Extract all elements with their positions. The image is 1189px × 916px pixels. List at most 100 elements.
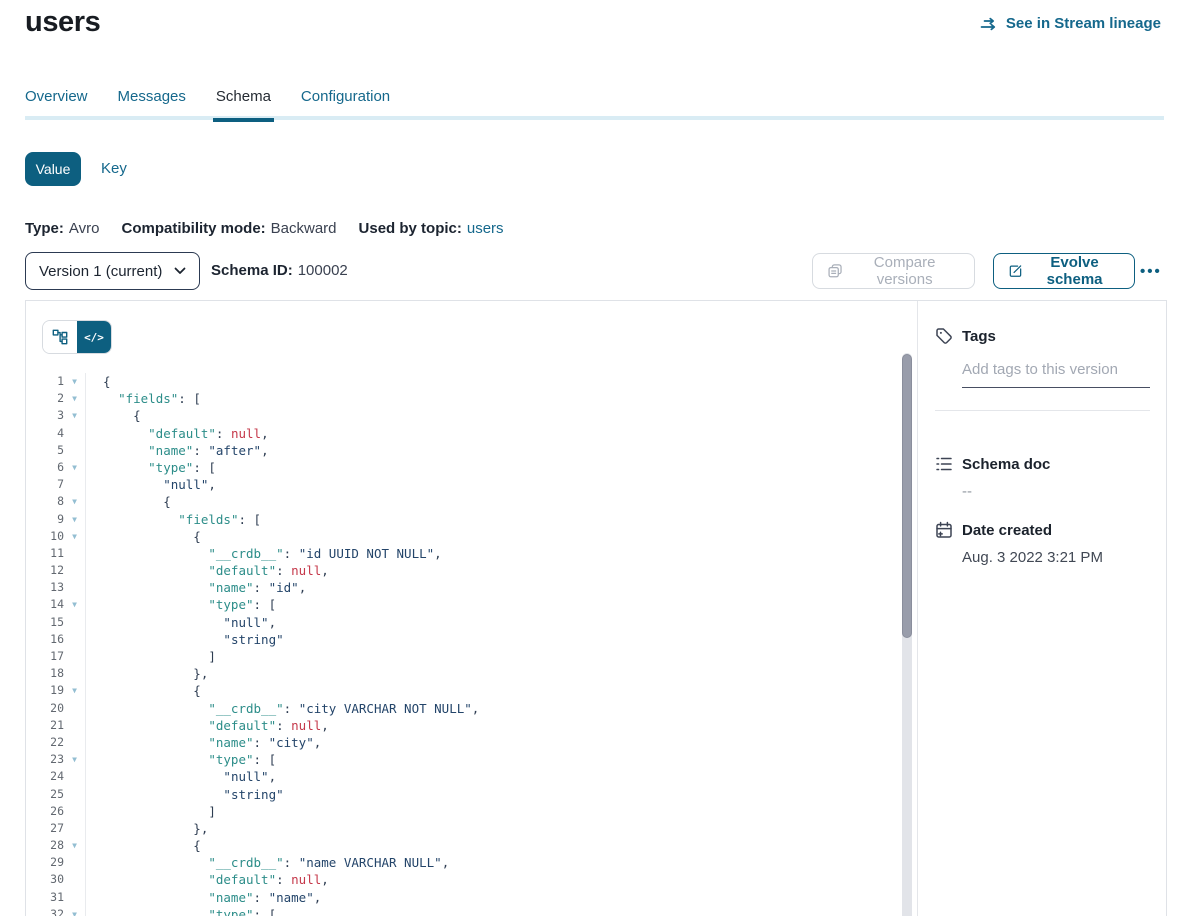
code-line: 30 "default": null, — [26, 871, 896, 888]
code-text: "__crdb__": "id UUID NOT NULL", — [86, 545, 442, 562]
code-icon: </> — [84, 331, 104, 344]
code-text: { — [86, 407, 141, 424]
value-toggle-button[interactable]: Value — [25, 152, 81, 186]
compare-versions-button[interactable]: Compare versions — [812, 253, 975, 289]
code-line: 28▼ { — [26, 837, 896, 854]
tabs-underline-bar — [25, 116, 1164, 120]
line-number: 10 — [26, 528, 64, 545]
fold-toggle-icon[interactable]: ▼ — [64, 390, 85, 407]
edit-icon — [1009, 263, 1022, 279]
fold-toggle-icon[interactable]: ▼ — [64, 837, 85, 854]
code-text: ] — [86, 648, 216, 665]
tab-schema[interactable]: Schema — [216, 88, 271, 118]
code-line: 11 "__crdb__": "id UUID NOT NULL", — [26, 545, 896, 562]
editor-scrollbar-thumb[interactable] — [902, 354, 912, 638]
code-line: 6▼ "type": [ — [26, 459, 896, 476]
tab-messages[interactable]: Messages — [118, 88, 186, 118]
code-text: "type": [ — [86, 596, 276, 613]
line-number: 2 — [26, 390, 64, 407]
code-text: "default": null, — [86, 562, 329, 579]
code-line: 13 "name": "id", — [26, 579, 896, 596]
stream-lineage-icon — [980, 17, 998, 31]
code-text: "__crdb__": "city VARCHAR NOT NULL", — [86, 700, 479, 717]
code-line: 17 ] — [26, 648, 896, 665]
fold-toggle-icon[interactable]: ▼ — [64, 407, 85, 424]
code-text: "name": "city", — [86, 734, 321, 751]
date-created-value: Aug. 3 2022 3:21 PM — [962, 549, 1150, 566]
code-line: 20 "__crdb__": "city VARCHAR NOT NULL", — [26, 700, 896, 717]
line-number: 19 — [26, 682, 64, 699]
fold-toggle-icon[interactable]: ▼ — [64, 459, 85, 476]
doc-list-icon — [935, 455, 953, 473]
code-text: "default": null, — [86, 717, 329, 734]
schema-panel: </> 1▼{2▼ "fields": [3▼ {4 "default": nu… — [25, 300, 1167, 916]
key-toggle-button[interactable]: Key — [101, 152, 127, 186]
code-line: 21 "default": null, — [26, 717, 896, 734]
page-title: users — [25, 6, 100, 39]
tab-configuration[interactable]: Configuration — [301, 88, 390, 118]
code-text: ] — [86, 803, 216, 820]
code-line: 4 "default": null, — [26, 425, 896, 442]
line-number: 11 — [26, 545, 64, 562]
line-number: 21 — [26, 717, 64, 734]
code-text: "type": [ — [86, 751, 276, 768]
code-text: "__crdb__": "name VARCHAR NULL", — [86, 854, 449, 871]
topic-link[interactable]: users — [467, 220, 504, 237]
add-tags-input[interactable] — [962, 359, 1150, 388]
line-number: 17 — [26, 648, 64, 665]
fold-toggle-icon[interactable]: ▼ — [64, 751, 85, 768]
editor-scrollbar-track[interactable] — [902, 353, 912, 916]
code-text: { — [86, 373, 111, 390]
code-text: "name": "after", — [86, 442, 269, 459]
line-number: 12 — [26, 562, 64, 579]
code-text: "fields": [ — [86, 390, 201, 407]
code-text: { — [86, 528, 201, 545]
chevron-down-icon — [174, 267, 186, 275]
fold-toggle-icon[interactable]: ▼ — [64, 906, 85, 916]
fold-toggle-icon[interactable]: ▼ — [64, 373, 85, 390]
sidebar-divider — [935, 410, 1150, 411]
schema-page: users See in Stream lineage Overview Mess… — [0, 0, 1189, 916]
line-number: 30 — [26, 871, 64, 888]
code-line: 8▼ { — [26, 493, 896, 510]
fold-toggle-icon[interactable]: ▼ — [64, 511, 85, 528]
line-number: 16 — [26, 631, 64, 648]
code-text: "name": "name", — [86, 889, 321, 906]
code-line: 32▼ "type": [ — [26, 906, 896, 916]
schema-doc-value: -- — [962, 483, 1150, 500]
line-number: 7 — [26, 476, 64, 493]
code-text: { — [86, 493, 171, 510]
tree-view-button[interactable] — [43, 321, 77, 353]
fold-toggle-icon[interactable]: ▼ — [64, 493, 85, 510]
code-line: 31 "name": "name", — [26, 889, 896, 906]
code-text: "string" — [86, 786, 284, 803]
code-view-button[interactable]: </> — [77, 321, 111, 353]
line-number: 6 — [26, 459, 64, 476]
more-actions-button[interactable]: ••• — [1140, 253, 1162, 289]
fold-toggle-icon[interactable]: ▼ — [64, 682, 85, 699]
schema-id: Schema ID:100002 — [211, 252, 348, 290]
code-line: 1▼{ — [26, 373, 896, 390]
line-number: 14 — [26, 596, 64, 613]
line-number: 9 — [26, 511, 64, 528]
line-number: 18 — [26, 665, 64, 682]
fold-toggle-icon[interactable]: ▼ — [64, 528, 85, 545]
versions-icon — [828, 263, 842, 279]
compatibility-mode: Compatibility mode:Backward — [121, 220, 336, 237]
code-text: "string" — [86, 631, 284, 648]
evolve-schema-button[interactable]: Evolve schema — [993, 253, 1135, 289]
line-number: 32 — [26, 906, 64, 916]
tab-overview[interactable]: Overview — [25, 88, 88, 118]
code-text: { — [86, 837, 201, 854]
fold-toggle-icon[interactable]: ▼ — [64, 596, 85, 613]
code-line: 10▼ { — [26, 528, 896, 545]
code-text: "type": [ — [86, 459, 216, 476]
tree-view-icon — [52, 329, 68, 345]
version-select[interactable]: Version 1 (current) — [25, 252, 200, 290]
code-text: "name": "id", — [86, 579, 306, 596]
line-number: 28 — [26, 837, 64, 854]
code-text: "null", — [86, 614, 276, 631]
see-in-stream-lineage-link[interactable]: See in Stream lineage — [980, 15, 1161, 32]
line-number: 8 — [26, 493, 64, 510]
code-line: 26 ] — [26, 803, 896, 820]
